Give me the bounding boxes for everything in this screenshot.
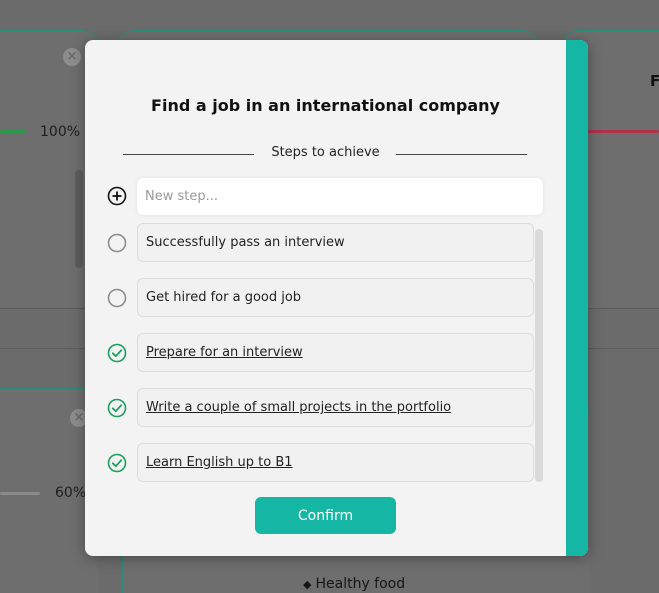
step-text-box[interactable]: Prepare for an interview bbox=[137, 333, 534, 372]
step-item[interactable]: Get hired for a good job bbox=[107, 278, 534, 317]
step-text: Get hired for a good job bbox=[146, 290, 302, 305]
dialog-accent-bar bbox=[566, 40, 588, 556]
step-item[interactable]: Learn English up to B1 bbox=[107, 443, 534, 482]
step-text-box[interactable]: Learn English up to B1 bbox=[137, 443, 534, 482]
steps-scrollbar[interactable] bbox=[535, 229, 543, 482]
step-text: Write a couple of small projects in the … bbox=[146, 400, 452, 415]
progress-percent: 100% bbox=[40, 124, 81, 140]
divider-line bbox=[396, 154, 527, 155]
progress-percent: 60% bbox=[55, 485, 87, 501]
close-icon: × bbox=[63, 48, 81, 66]
step-item[interactable]: Successfully pass an interview bbox=[107, 223, 534, 262]
empty-circle-icon[interactable] bbox=[107, 233, 127, 253]
check-circle-icon[interactable] bbox=[107, 343, 127, 363]
step-text: Prepare for an interview bbox=[146, 345, 303, 360]
plus-circle-icon[interactable] bbox=[107, 186, 127, 206]
new-step-input[interactable] bbox=[137, 178, 543, 215]
step-item[interactable]: Write a couple of small projects in the … bbox=[107, 388, 534, 427]
step-text-box[interactable]: Get hired for a good job bbox=[137, 278, 534, 317]
progress-bar-fill bbox=[588, 130, 659, 133]
check-circle-icon[interactable] bbox=[107, 398, 127, 418]
progress-bar-fill bbox=[0, 492, 40, 495]
step-text-box[interactable]: Write a couple of small projects in the … bbox=[137, 388, 534, 427]
background-scrollbar bbox=[75, 170, 83, 268]
section-divider: Steps to achieve bbox=[85, 144, 566, 164]
step-item[interactable]: Prepare for an interview bbox=[107, 333, 534, 372]
confirm-button[interactable]: Confirm bbox=[255, 497, 396, 534]
check-circle-icon[interactable] bbox=[107, 453, 127, 473]
empty-circle-icon[interactable] bbox=[107, 288, 127, 308]
step-text-box[interactable]: Successfully pass an interview bbox=[137, 223, 534, 262]
progress-bar-fill bbox=[0, 130, 26, 133]
section-label: Steps to achieve bbox=[271, 145, 380, 160]
card-title-fragment: F bbox=[650, 72, 659, 90]
list-item-label: Healthy food bbox=[315, 576, 406, 592]
step-text: Learn English up to B1 bbox=[146, 455, 293, 470]
list-item: ◆ Healthy food bbox=[303, 576, 405, 592]
dialog-title: Find a job in an international company bbox=[151, 96, 500, 115]
goal-steps-dialog: Find a job in an international company S… bbox=[85, 40, 588, 556]
step-text: Successfully pass an interview bbox=[146, 235, 345, 250]
diamond-bullet-icon: ◆ bbox=[303, 578, 312, 591]
add-step-row bbox=[107, 178, 544, 215]
